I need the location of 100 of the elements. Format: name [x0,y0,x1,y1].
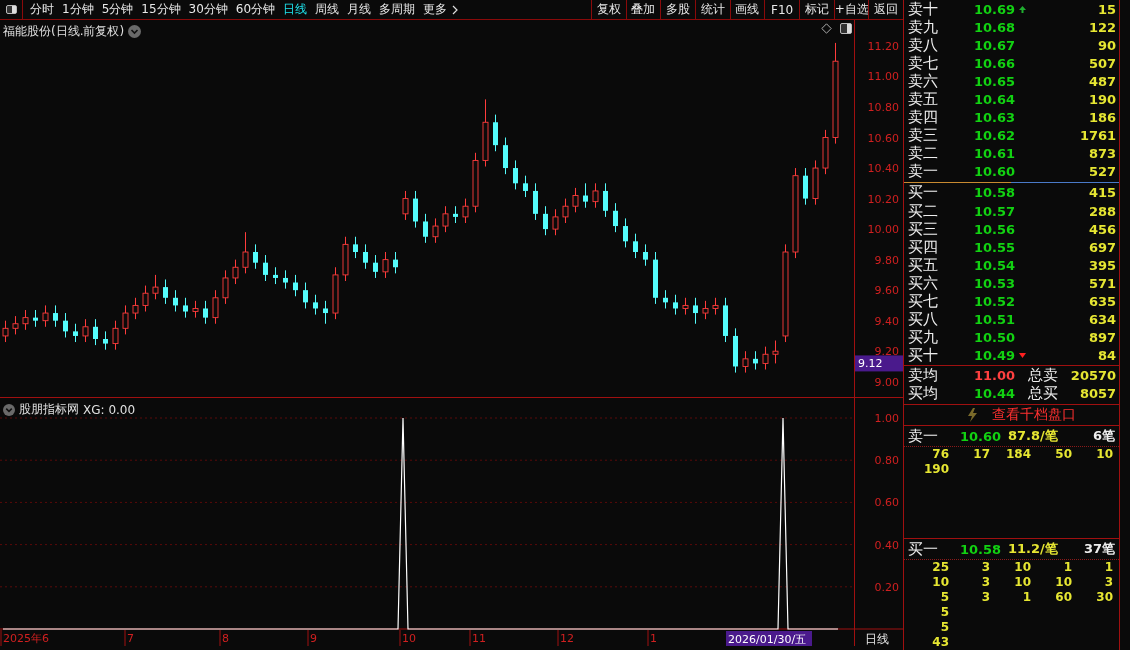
y-axis-label: 10.00 [867,223,899,237]
ask-level-label: 卖四 [908,108,939,127]
candlestick [242,231,249,274]
candlestick [803,167,808,206]
ask-volume: 873 [1087,146,1117,162]
queue-price: 10.60 [960,428,1003,444]
candlestick [772,340,779,364]
order-size: 10 [1054,575,1072,590]
candlestick [592,182,599,209]
period-tab[interactable]: 周线 [311,1,344,18]
bid-level-label: 买一 [908,183,939,203]
candlestick [163,278,168,305]
up-arrow-icon [1018,5,1026,13]
candlestick [462,198,469,224]
candlestick [693,297,698,325]
period-tab[interactable]: 更多 [419,1,452,18]
period-tab[interactable]: 多周期 [375,1,420,18]
y-axis-label: 10.60 [867,131,899,145]
ask-volume: 190 [1087,92,1117,107]
bid-level-label: 买九 [908,328,939,347]
period-tab[interactable]: 分时 [26,1,58,18]
total-volume: 20570 [1070,368,1117,384]
order-size: 76 [931,447,949,463]
date-axis-label: 10 [402,632,416,645]
candlestick [572,187,579,213]
order-size: 3 [980,590,990,605]
down-triangle-icon [1018,353,1026,359]
order-size: 10 [1013,560,1031,575]
y-axis-label: 9.40 [874,314,899,328]
bid-price: 10.55 [974,239,1016,255]
period-tab[interactable]: 月线 [343,1,376,18]
total-label: 总卖 [1028,366,1059,386]
depth-view-link[interactable]: 查看千档盘口 [992,406,1077,425]
bid-level-label: 买三 [908,219,939,239]
queue-price: 10.58 [960,541,1003,557]
candlestick [413,190,418,229]
candlestick [373,254,378,279]
date-axis-label: 12 [560,632,574,645]
candlestick [222,269,229,305]
candlestick [643,243,648,267]
candlestick [603,182,608,218]
period-tab[interactable]: 日线 [279,1,312,18]
chart-title: 福能股份(日线.前复权) [3,23,125,40]
bid-level-label: 买六 [908,273,939,293]
ask-volume: 122 [1087,19,1117,35]
y-axis-label: 9.00 [874,375,899,389]
candlestick [82,318,89,343]
diamond-icon[interactable] [821,23,832,34]
bid-price: 10.52 [974,293,1016,309]
chevron-right-icon[interactable] [452,4,459,15]
ask-volume: 487 [1087,73,1117,89]
candlestick [503,137,508,175]
period-tab[interactable]: 1分钟 [58,1,98,18]
candlestick [533,182,538,221]
ask-price: 10.66 [974,55,1016,71]
period-tab[interactable]: 5分钟 [97,1,138,18]
bid-level-label: 买四 [908,237,939,257]
date-axis-label: 2025年6 [3,632,49,645]
order-size: 3 [980,575,990,590]
order-size: 30 [1095,590,1113,605]
dropdown-icon[interactable] [128,25,142,38]
candlestick [63,312,68,338]
dropdown-icon[interactable] [3,403,15,416]
date-axis-label: 9 [310,632,317,645]
date-axis-label: 1 [650,632,657,645]
queue-label: 买一 [908,539,939,559]
candlestick [432,217,439,244]
y-axis-label: 10.80 [867,101,899,114]
candlestick [183,297,188,319]
bid-volume: 571 [1087,275,1117,291]
candlestick [523,175,528,198]
y-axis-label: 1.00 [874,412,899,425]
candlestick [762,346,769,371]
ask-price: 10.64 [974,92,1016,107]
bid-price: 10.50 [974,330,1016,346]
panel-toggle-icon[interactable] [840,23,852,34]
order-size: 17 [972,447,990,463]
ask-price: 10.67 [974,37,1016,53]
indicator-title: 股朋指标网 [19,401,79,418]
candlestick [53,304,58,328]
ask-level-label: 卖九 [908,17,939,37]
toolbar-button[interactable]: +自选 [833,0,869,19]
candlestick [103,330,108,351]
period-tab[interactable]: 15分钟 [137,1,185,18]
bid-price: 10.58 [974,185,1016,201]
candlestick [212,289,219,325]
indicator-reading: : 0.00 [100,402,136,417]
y-axis-label: 9.60 [874,284,899,298]
candlestick [702,300,709,320]
order-size: 1 [1021,590,1031,605]
period-tab[interactable]: 30分钟 [184,1,232,18]
order-size: 10 [931,575,949,590]
ask-price: 10.62 [974,128,1016,144]
period-tab[interactable]: 60分钟 [231,1,280,18]
bid-price: 10.51 [974,312,1016,328]
order-size: 3 [1103,575,1113,590]
average-price: 11.00 [974,368,1016,384]
cursor-date-label: 2026/01/30/五 [726,631,812,646]
ask-level-label: 卖六 [908,71,939,91]
total-label: 总买 [1028,384,1059,404]
